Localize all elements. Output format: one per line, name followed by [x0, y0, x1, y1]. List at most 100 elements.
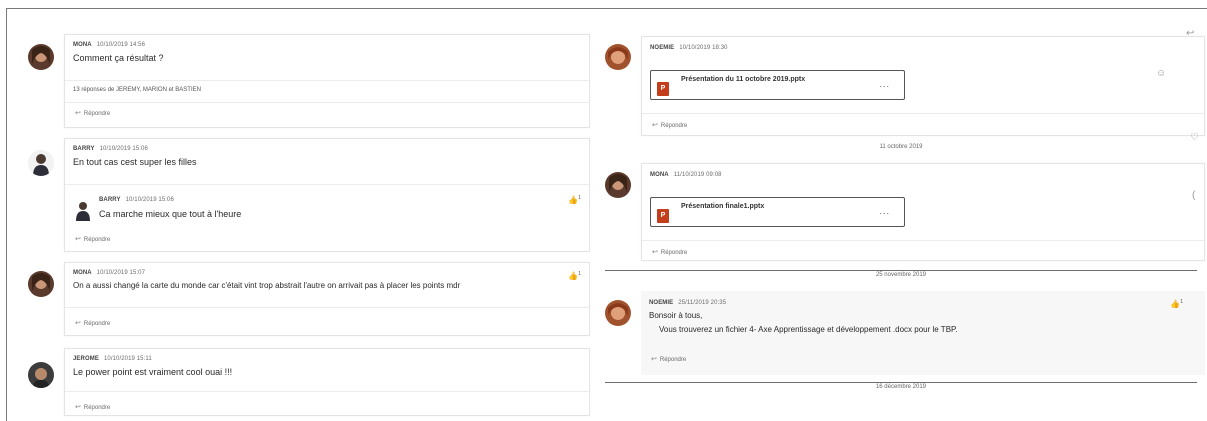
message-text: Le power point est vraiment cool ouai !!…: [73, 367, 233, 377]
nested-message-text: Ca marche mieux que tout à l'heure: [99, 209, 242, 219]
like-count: 1: [578, 195, 581, 201]
avatar-barry-small[interactable]: [75, 201, 91, 221]
author-name[interactable]: NOEMIE: [649, 300, 673, 306]
like-count: 1: [578, 271, 581, 277]
avatar-mona[interactable]: [605, 172, 631, 198]
timestamp: 10/10/2019 15:06: [99, 146, 148, 152]
like-reaction[interactable]: 👍1: [568, 195, 581, 205]
timestamp: 11/10/2019 09:08: [673, 172, 722, 178]
date-separator: 16 décembre 2019: [605, 382, 1197, 390]
bracket-icon[interactable]: (: [1192, 190, 1195, 201]
message-text: On a aussi changé la carte du monde car …: [73, 281, 461, 290]
author-name[interactable]: BARRY: [99, 197, 121, 203]
file-name[interactable]: Présentation finale1.pptx: [681, 203, 764, 210]
thumbs-up-icon: 👍: [1170, 299, 1181, 309]
timestamp: 10/10/2019 15:06: [125, 197, 174, 203]
author-name[interactable]: BARRY: [73, 146, 95, 152]
reply-button[interactable]: ↩ Répondre: [75, 403, 110, 411]
date-separator-label: 11 octobre 2019: [879, 144, 923, 150]
conversation-column-left: MONA 10/10/2019 14:56 Comment ça résultat…: [28, 0, 590, 421]
reply-button[interactable]: ↩ Répondre: [75, 319, 110, 327]
timestamp: 10/10/2019 14:56: [96, 42, 146, 48]
reply-label: Répondre: [83, 405, 111, 411]
powerpoint-file-icon: P: [657, 209, 669, 223]
timestamp: 10/10/2019 18:30: [679, 45, 728, 51]
reply-arrow-icon[interactable]: ↩: [1186, 28, 1194, 39]
date-separator: 11 octobre 2019: [605, 144, 1197, 150]
message-post: BARRY 10/10/2019 15:06 En tout cas cest s…: [64, 138, 590, 252]
message-post: MONA 10/10/2019 15:07 On a aussi changé l…: [64, 262, 590, 336]
date-separator-label: 16 décembre 2019: [875, 384, 927, 390]
more-options-icon[interactable]: ...: [879, 206, 890, 216]
message-text-line-2: Vous trouverez un fichier 4- Axe Apprent…: [659, 325, 958, 334]
file-name[interactable]: Présentation du 11 octobre 2019.pptx: [681, 76, 805, 83]
author-name[interactable]: MONA: [650, 172, 669, 178]
thumbs-up-icon: 👍: [568, 271, 579, 281]
author-name[interactable]: MONA: [73, 42, 92, 48]
separator-line: [605, 382, 1197, 383]
like-outline-icon[interactable]: ♡: [1190, 132, 1199, 143]
emoji-icon[interactable]: ☺: [1156, 68, 1166, 79]
like-reaction[interactable]: 👍1: [568, 271, 581, 281]
replies-summary-link[interactable]: 13 réponses de JEREMY, MARION et BASTIEN: [73, 87, 201, 93]
message-post: JEROME 10/10/2019 15:11 Le power point es…: [64, 348, 590, 416]
reply-arrow-icon: ↩: [75, 236, 81, 243]
divider: [642, 113, 1204, 114]
reply-label: Répondre: [83, 237, 111, 243]
reply-button[interactable]: ↩ Répondre: [652, 248, 687, 256]
timestamp: 10/10/2019 15:11: [103, 356, 152, 362]
reply-button[interactable]: ↩ Répondre: [75, 109, 110, 117]
reply-label: Répondre: [83, 321, 111, 327]
conversation-column-right: NOEMIE 10/10/2019 18:30 P Présentation du…: [605, 0, 1205, 421]
divider: [65, 184, 589, 185]
message-post: NOEMIE 10/10/2019 18:30 P Présentation du…: [641, 36, 1205, 136]
avatar-noemie[interactable]: [605, 300, 631, 326]
message-post: NOEMIE 25/11/2019 20:35 Bonsoir à tous, V…: [641, 291, 1205, 375]
message-post: MONA 10/10/2019 14:56 Comment ça résultat…: [64, 34, 590, 128]
divider: [65, 102, 589, 103]
author-name[interactable]: NOEMIE: [650, 45, 674, 51]
avatar-jerome[interactable]: [28, 362, 54, 388]
author-name[interactable]: MONA: [73, 270, 92, 276]
reply-label: Répondre: [83, 111, 111, 117]
reply-button[interactable]: ↩ Répondre: [652, 121, 687, 129]
message-meta: BARRY 10/10/2019 15:06: [73, 146, 148, 152]
like-count: 1: [1180, 299, 1183, 305]
divider: [65, 391, 589, 392]
avatar-mona[interactable]: [28, 44, 54, 70]
message-text: Comment ça résultat ?: [73, 53, 164, 63]
message-meta: MONA 10/10/2019 14:56: [73, 42, 145, 48]
date-separator: 25 novembre 2019: [605, 270, 1197, 278]
avatar-barry[interactable]: [28, 150, 54, 176]
file-attachment[interactable]: P Présentation finale1.pptx ...: [650, 197, 905, 227]
message-meta: NOEMIE 10/10/2019 18:30: [650, 45, 728, 51]
like-reaction[interactable]: 👍1: [1170, 299, 1183, 309]
message-post: MONA 11/10/2019 09:08 P Présentation fina…: [641, 163, 1205, 261]
reply-arrow-icon: ↩: [652, 249, 658, 256]
reply-arrow-icon: ↩: [651, 356, 657, 363]
powerpoint-file-icon: P: [657, 82, 669, 96]
message-meta: MONA 11/10/2019 09:08: [650, 172, 722, 178]
separator-line: [605, 270, 1197, 271]
message-meta: JEROME 10/10/2019 15:11: [73, 356, 152, 362]
avatar-mona[interactable]: [28, 271, 54, 297]
divider: [65, 80, 589, 81]
date-separator-label: 25 novembre 2019: [875, 272, 927, 278]
file-attachment[interactable]: P Présentation du 11 octobre 2019.pptx .…: [650, 70, 905, 100]
avatar-noemie[interactable]: [605, 44, 631, 70]
message-text: En tout cas cest super les filles: [73, 157, 197, 167]
more-options-icon[interactable]: ...: [879, 79, 890, 89]
reply-label: Répondre: [659, 357, 687, 363]
reply-arrow-icon: ↩: [75, 320, 81, 327]
thumbs-up-icon: 👍: [568, 195, 579, 205]
divider: [65, 307, 589, 308]
reply-label: Répondre: [660, 250, 688, 256]
reply-label: Répondre: [660, 123, 688, 129]
timestamp: 10/10/2019 15:07: [96, 270, 146, 276]
message-text: Bonsoir à tous,: [649, 311, 703, 320]
reply-arrow-icon: ↩: [75, 404, 81, 411]
author-name[interactable]: JEROME: [73, 356, 99, 362]
reply-arrow-icon: ↩: [652, 122, 658, 129]
reply-button[interactable]: ↩ Répondre: [651, 355, 686, 363]
reply-button[interactable]: ↩ Répondre: [75, 235, 110, 243]
